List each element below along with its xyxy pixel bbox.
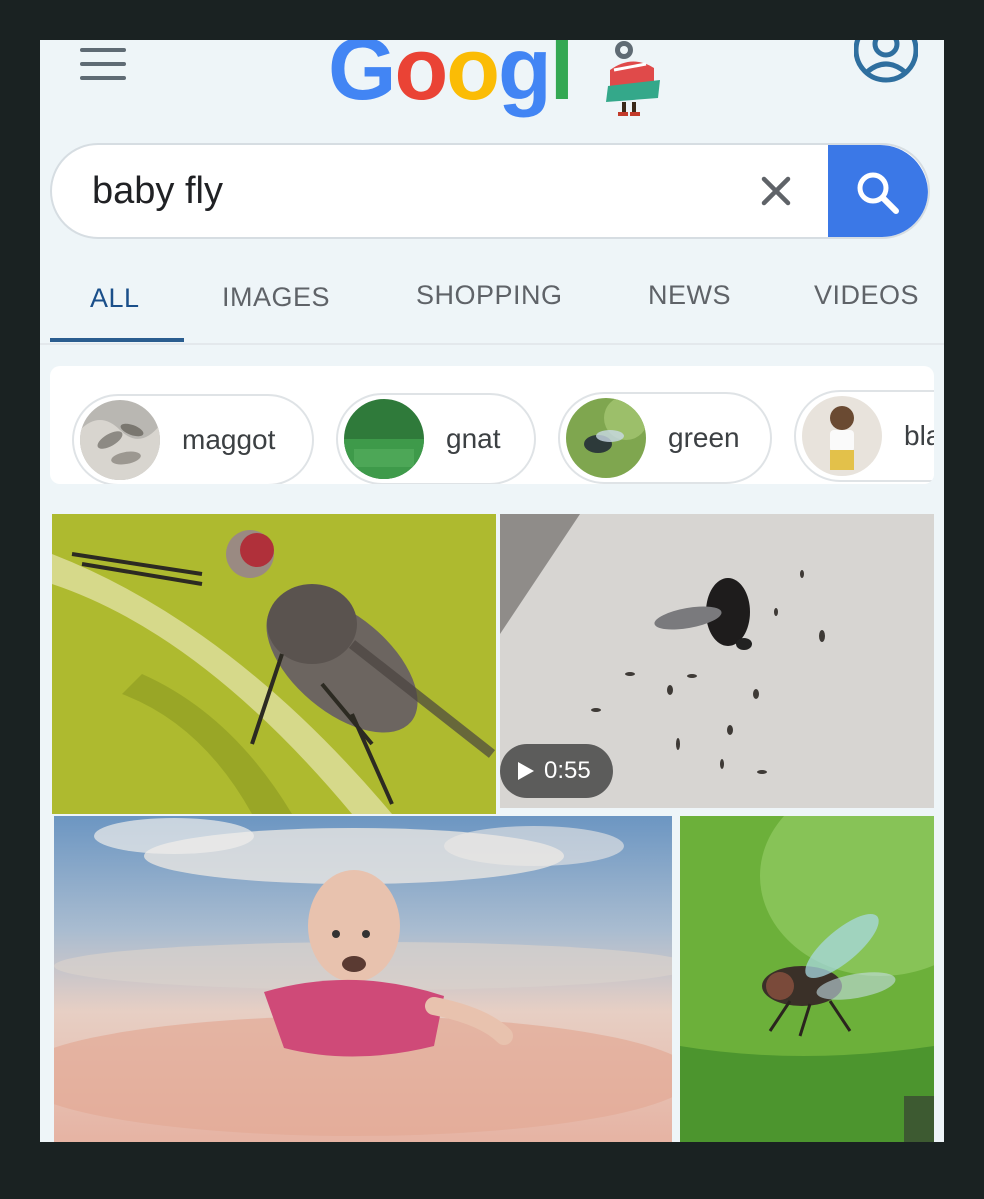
image-result-fly-on-leaf[interactable] (680, 816, 934, 1142)
search-icon (857, 172, 899, 214)
tabs-divider (40, 343, 944, 345)
tab-news[interactable]: NEWS (648, 280, 731, 311)
fly-on-grass-image (52, 514, 496, 814)
related-searches-chips: maggot gnat green bla (50, 366, 934, 484)
chip-label: green (668, 422, 740, 453)
chip-maggot[interactable]: maggot (72, 394, 314, 484)
chip-bla[interactable]: bla (794, 390, 934, 482)
baby-flying-image (54, 816, 672, 1142)
hamburger-menu-icon[interactable] (80, 48, 126, 82)
tab-shopping[interactable]: SHOPPING (416, 280, 563, 311)
doodle-character-icon (606, 41, 660, 116)
search-input[interactable]: baby fly (92, 145, 223, 237)
search-button[interactable] (828, 145, 928, 237)
active-tab-indicator (50, 338, 184, 342)
tab-images[interactable]: IMAGES (222, 282, 330, 313)
chip-gnat-thumbnail (344, 399, 424, 479)
search-tabs: ALL IMAGES SHOPPING NEWS VIDEOS (50, 275, 944, 343)
fly-on-leaf-image (680, 816, 934, 1142)
chip-green-thumbnail (566, 398, 646, 478)
chip-maggot-thumbnail (80, 400, 160, 480)
video-duration: 0:55 (544, 757, 591, 784)
account-circle-icon[interactable] (854, 40, 918, 86)
image-result-baby-flying[interactable] (54, 816, 672, 1142)
chip-green[interactable]: green (558, 392, 772, 484)
chip-bla-thumbnail (802, 396, 882, 476)
chip-label: maggot (182, 424, 276, 455)
chip-label: bla (904, 420, 934, 451)
google-doodle-logo[interactable]: Googl (328, 40, 574, 120)
close-icon[interactable] (756, 171, 796, 211)
image-result-fly-on-grass[interactable] (52, 514, 496, 814)
video-duration-badge: 0:55 (500, 744, 613, 798)
search-results-screen: Googl baby fly ALL IMAGES SHOPPING NEWS … (40, 40, 944, 1142)
search-bar: baby fly (50, 143, 930, 239)
tab-videos[interactable]: VIDEOS (814, 280, 919, 311)
video-result-fly-white-surface[interactable]: 0:55 (500, 514, 934, 808)
chip-gnat[interactable]: gnat (336, 393, 536, 484)
play-icon (518, 762, 534, 780)
tab-all[interactable]: ALL (90, 283, 140, 314)
chip-label: gnat (446, 423, 501, 454)
